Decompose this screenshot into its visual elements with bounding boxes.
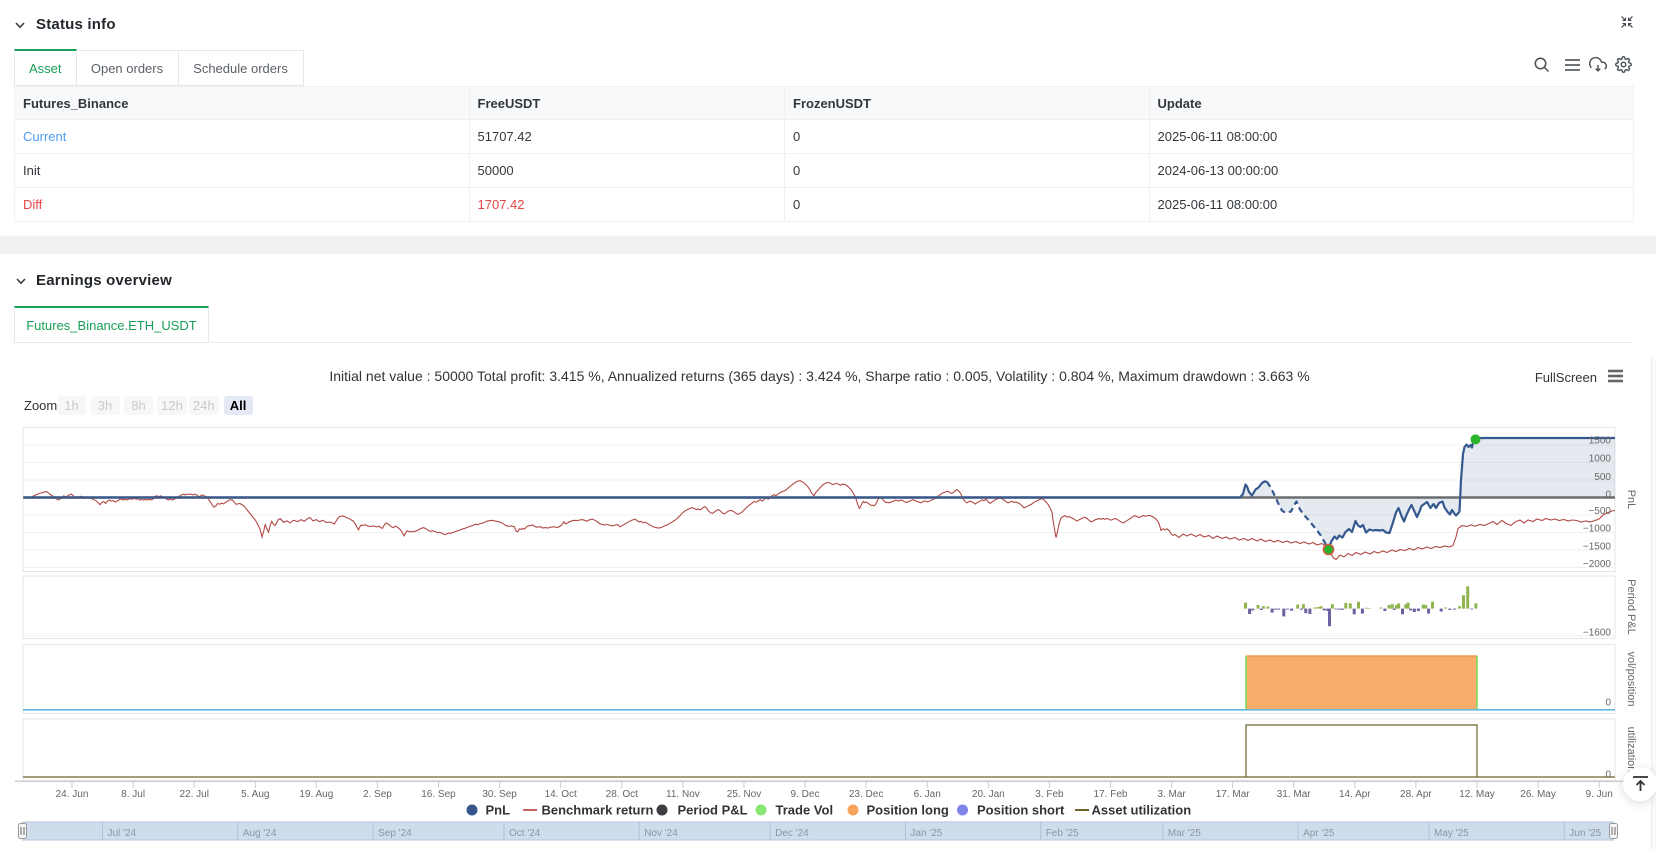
svg-text:Dec '24: Dec '24 [775,828,809,839]
svg-text:Position long: Position long [867,803,949,818]
svg-text:Aug '24: Aug '24 [243,828,277,839]
svg-text:26. May: 26. May [1520,789,1556,800]
svg-text:14. Oct: 14. Oct [545,789,577,800]
svg-text:Jun '25: Jun '25 [1569,828,1601,839]
svg-text:9. Dec: 9. Dec [791,789,820,800]
svg-text:17. Mar: 17. Mar [1216,789,1251,800]
svg-text:Feb '25: Feb '25 [1046,828,1079,839]
svg-text:23. Dec: 23. Dec [849,789,883,800]
svg-text:5. Aug: 5. Aug [241,789,269,800]
svg-text:11. Nov: 11. Nov [666,789,700,800]
svg-text:0: 0 [1605,698,1611,709]
svg-text:9. Jun: 9. Jun [1586,789,1613,800]
svg-text:−500: −500 [1588,506,1611,517]
svg-text:25. Nov: 25. Nov [727,789,761,800]
svg-text:Nov '24: Nov '24 [644,828,678,839]
svg-text:1500: 1500 [1589,436,1612,447]
svg-text:30. Sep: 30. Sep [482,789,517,800]
svg-text:Benchmark return: Benchmark return [542,803,654,818]
svg-text:14. Apr: 14. Apr [1339,789,1371,800]
svg-text:24. Jun: 24. Jun [56,789,89,800]
svg-text:vol/position: vol/position [1625,651,1637,706]
svg-text:Oct '24: Oct '24 [509,828,541,839]
svg-text:PnL: PnL [486,803,511,818]
svg-text:0: 0 [1605,490,1611,501]
svg-text:17. Feb: 17. Feb [1094,789,1128,800]
svg-text:3. Mar: 3. Mar [1157,789,1186,800]
svg-text:2. Sep: 2. Sep [363,789,392,800]
svg-text:Sep '24: Sep '24 [378,828,412,839]
svg-text:12. May: 12. May [1459,789,1495,800]
svg-text:utilization: utilization [1625,727,1637,773]
svg-text:Period P&L: Period P&L [678,803,748,818]
svg-text:Asset utilization: Asset utilization [1092,803,1192,818]
svg-text:−1500: −1500 [1583,542,1612,553]
svg-text:20. Jan: 20. Jan [972,789,1005,800]
svg-text:Trade Vol: Trade Vol [776,803,834,818]
svg-text:3. Feb: 3. Feb [1035,789,1064,800]
svg-text:31. Mar: 31. Mar [1277,789,1312,800]
svg-text:0: 0 [1605,770,1611,781]
svg-text:−1000: −1000 [1583,524,1612,535]
svg-text:28. Apr: 28. Apr [1400,789,1432,800]
svg-text:16. Sep: 16. Sep [421,789,456,800]
svg-text:Jan '25: Jan '25 [910,828,942,839]
svg-text:PnL: PnL [1625,490,1637,510]
svg-text:Mar '25: Mar '25 [1168,828,1201,839]
svg-text:6. Jan: 6. Jan [914,789,941,800]
svg-text:Position short: Position short [977,803,1065,818]
svg-text:−1600: −1600 [1583,628,1612,639]
svg-text:19. Aug: 19. Aug [299,789,333,800]
svg-text:May '25: May '25 [1434,828,1469,839]
svg-text:−2000: −2000 [1583,559,1612,570]
svg-text:Jul '24: Jul '24 [108,828,137,839]
svg-text:1000: 1000 [1589,454,1612,465]
svg-text:28. Oct: 28. Oct [606,789,638,800]
svg-text:Apr '25: Apr '25 [1303,828,1335,839]
svg-text:22. Jul: 22. Jul [179,789,208,800]
svg-text:Period P&L: Period P&L [1625,579,1637,635]
svg-text:500: 500 [1594,472,1611,483]
svg-text:8. Jul: 8. Jul [121,789,145,800]
